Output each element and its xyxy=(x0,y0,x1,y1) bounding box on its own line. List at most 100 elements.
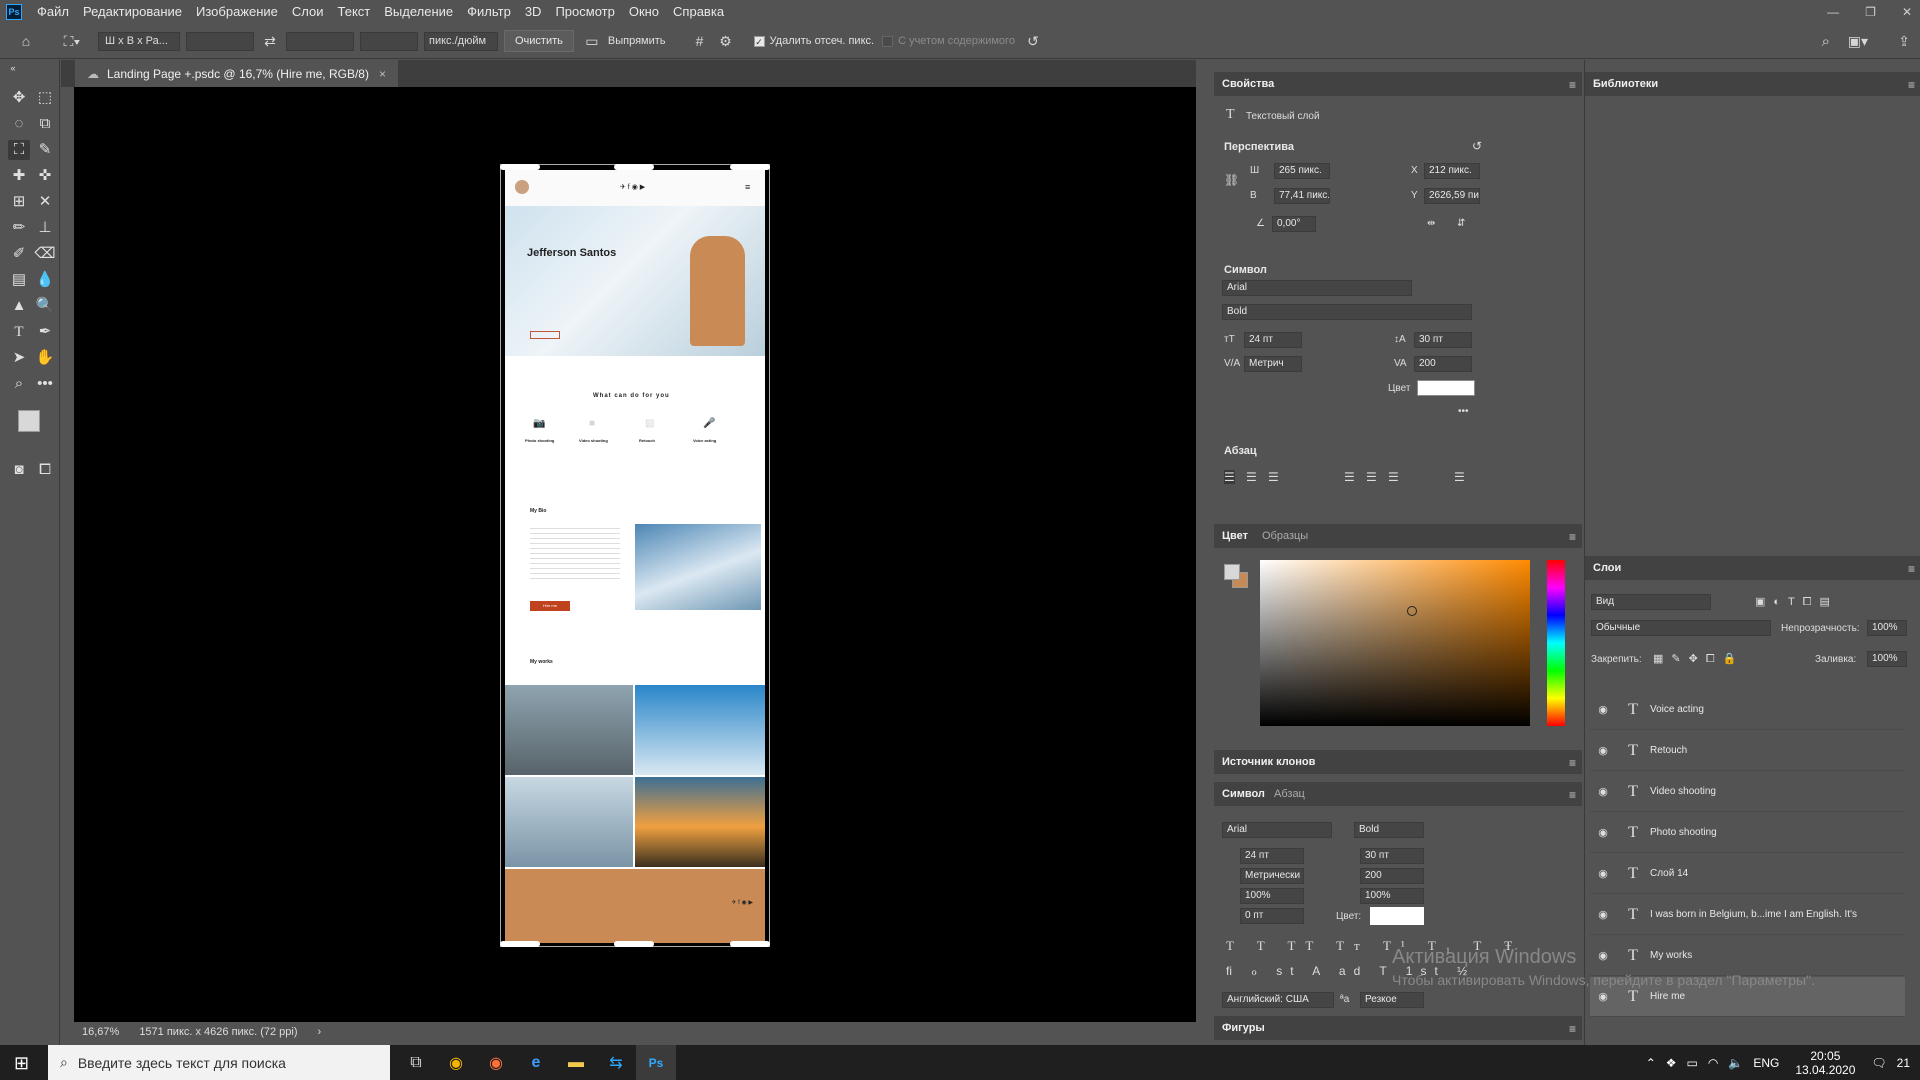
panel-menu-icon[interactable]: ≡ xyxy=(1569,78,1576,92)
paragraph-title[interactable]: Абзац xyxy=(1224,445,1257,457)
symbol-title[interactable]: Символ xyxy=(1224,264,1267,276)
zoom-tool-icon[interactable]: ⌕ xyxy=(8,374,30,394)
notifications-icon[interactable]: 🗨 xyxy=(1871,1056,1886,1070)
status-arrow-icon[interactable]: › xyxy=(318,1026,322,1038)
screen-mode-icon[interactable]: ⧠ xyxy=(34,460,56,480)
healing-brush-icon[interactable]: ✚ xyxy=(8,166,30,186)
flip-h-icon[interactable]: ⇹ xyxy=(1427,218,1435,229)
properties-tab[interactable]: Свойства xyxy=(1214,72,1282,96)
text-color-swatch[interactable] xyxy=(1417,380,1475,396)
red-eye-icon[interactable]: ✕ xyxy=(34,192,56,212)
perspective-title[interactable]: Перспектива xyxy=(1224,141,1294,153)
angle-field[interactable]: 0,00° xyxy=(1272,216,1316,232)
resolution-input[interactable] xyxy=(360,31,418,51)
leading2-field[interactable]: 30 пт xyxy=(1360,848,1424,864)
baseline-field[interactable]: 0 пт xyxy=(1240,908,1304,924)
color-picker-cursor[interactable] xyxy=(1407,606,1417,616)
delete-pixels-checkbox[interactable]: ✓ xyxy=(753,35,765,47)
quick-mask-icon[interactable]: ◙ xyxy=(8,460,30,480)
layer-row[interactable]: ◉ T Voice acting xyxy=(1590,690,1905,730)
crop-handle-t[interactable] xyxy=(614,164,654,170)
language-indicator[interactable]: ENG xyxy=(1753,1056,1779,1070)
fill-field[interactable]: 100% xyxy=(1867,651,1907,667)
crop-handle-br[interactable] xyxy=(730,941,770,947)
y-field[interactable]: 2626,59 пи xyxy=(1424,188,1480,204)
eraser-tool-icon[interactable]: ⌫ xyxy=(34,244,56,264)
wifi-icon[interactable]: ◠ xyxy=(1708,1056,1718,1070)
justify-all-icon[interactable]: ☰ xyxy=(1454,470,1465,484)
menu-item-2[interactable]: Изображение xyxy=(189,0,285,24)
layer-row[interactable]: ◉ T I was born in Belgium, b...ime I am En… xyxy=(1590,895,1905,935)
crop-tool-preset-icon[interactable]: ⛶▾ xyxy=(62,33,82,50)
close-icon[interactable]: ✕ xyxy=(1902,5,1912,19)
layer-row[interactable]: ◉ T Retouch xyxy=(1590,731,1905,771)
align-right-icon[interactable]: ☰ xyxy=(1268,470,1279,484)
crop-handle-tr[interactable] xyxy=(730,164,770,170)
sharpen-tool-icon[interactable]: ▲ xyxy=(8,296,30,316)
x-field[interactable]: 212 пикс. xyxy=(1424,163,1480,179)
menu-item-1[interactable]: Редактирование xyxy=(76,0,189,24)
type-tool-icon[interactable]: T xyxy=(8,322,30,342)
menu-item-10[interactable]: Справка xyxy=(666,0,731,24)
layer-row[interactable]: ◉ T Video shooting xyxy=(1590,772,1905,812)
more-options-icon[interactable]: ••• xyxy=(1458,406,1469,417)
justify-right-icon[interactable]: ☰ xyxy=(1388,470,1399,484)
ratio-select[interactable]: Ш x В x Ра... xyxy=(98,31,180,51)
clock[interactable]: 20:05 13.04.2020 xyxy=(1795,1049,1855,1077)
vscale-field[interactable]: 100% xyxy=(1240,888,1304,904)
layer-row[interactable]: ◉ T Photo shooting xyxy=(1590,813,1905,853)
taskbar-search[interactable]: ⌕ Введите здесь текст для поиска xyxy=(48,1045,390,1080)
visibility-eye-icon[interactable]: ◉ xyxy=(1590,744,1616,757)
color-fg-swatch[interactable] xyxy=(1224,564,1240,580)
edge-icon[interactable]: e xyxy=(516,1045,556,1080)
visibility-eye-icon[interactable]: ◉ xyxy=(1590,785,1616,798)
minimize-icon[interactable]: — xyxy=(1827,5,1839,19)
home-icon[interactable]: ⌂ xyxy=(16,33,36,49)
kerning-field[interactable]: Метрич xyxy=(1244,356,1302,372)
font-select[interactable]: Arial xyxy=(1222,280,1412,296)
color-field[interactable] xyxy=(1260,560,1530,726)
menu-item-9[interactable]: Окно xyxy=(622,0,666,24)
grid-overlay-icon[interactable]: # xyxy=(690,33,710,49)
visibility-eye-icon[interactable]: ◉ xyxy=(1590,867,1616,880)
crop-tool-icon[interactable]: ⛶ xyxy=(8,140,30,160)
crop-handle-tl[interactable] xyxy=(500,164,540,170)
path-select-icon[interactable]: ➤ xyxy=(8,348,30,368)
chrome-icon[interactable]: ◉ xyxy=(436,1045,476,1080)
hand-tool-icon[interactable]: ✋ xyxy=(34,348,56,368)
history-brush-icon[interactable]: ✐ xyxy=(8,244,30,264)
libraries-tab[interactable]: Библиотеки xyxy=(1585,72,1666,96)
document-tab[interactable]: ☁ Landing Page +.psdc @ 16,7% (Hire me, … xyxy=(75,60,398,87)
layer-row[interactable]: ◉ T Слой 14 xyxy=(1590,854,1905,894)
tracking-field[interactable]: 200 xyxy=(1414,356,1472,372)
menu-item-6[interactable]: Фильтр xyxy=(460,0,518,24)
paragraph2-tab[interactable]: Абзац xyxy=(1266,782,1313,806)
visibility-eye-icon[interactable]: ◉ xyxy=(1590,703,1616,716)
hscale-field[interactable]: 100% xyxy=(1360,888,1424,904)
justify-center-icon[interactable]: ☰ xyxy=(1366,470,1377,484)
hue-slider[interactable] xyxy=(1547,560,1565,726)
width-field[interactable]: 265 пикс. xyxy=(1274,163,1330,179)
antialias-select[interactable]: Резкое xyxy=(1360,992,1424,1008)
kerning2-field[interactable]: Метрически xyxy=(1240,868,1304,884)
align-left-icon[interactable]: ☰ xyxy=(1224,470,1235,484)
height-input[interactable] xyxy=(286,31,354,51)
shapes-tab[interactable]: Фигуры xyxy=(1214,1016,1273,1040)
menu-item-4[interactable]: Текст xyxy=(331,0,378,24)
symbol-panel-menu-icon[interactable]: ≡ xyxy=(1569,788,1576,802)
zoom-level[interactable]: 16,67% xyxy=(82,1026,119,1038)
symbol2-tab[interactable]: Символ xyxy=(1214,782,1273,806)
pen-tool-icon[interactable]: ✒ xyxy=(34,322,56,342)
color-tab[interactable]: Цвет xyxy=(1214,524,1256,548)
move-tool-icon[interactable]: ✥ xyxy=(8,88,30,108)
flip-v-icon[interactable]: ⇵ xyxy=(1457,218,1465,229)
teamviewer-icon[interactable]: ⇆ xyxy=(596,1045,636,1080)
menu-item-3[interactable]: Слои xyxy=(285,0,331,24)
color2-swatch[interactable] xyxy=(1370,907,1424,925)
clone-source-tab[interactable]: Источник клонов xyxy=(1214,750,1323,774)
visibility-eye-icon[interactable]: ◉ xyxy=(1590,908,1616,921)
collapse-icon[interactable]: « xyxy=(2,58,24,78)
font-size-field[interactable]: 24 пт xyxy=(1244,332,1302,348)
leading-field[interactable]: 30 пт xyxy=(1414,332,1472,348)
close-tab-icon[interactable]: × xyxy=(379,67,386,81)
